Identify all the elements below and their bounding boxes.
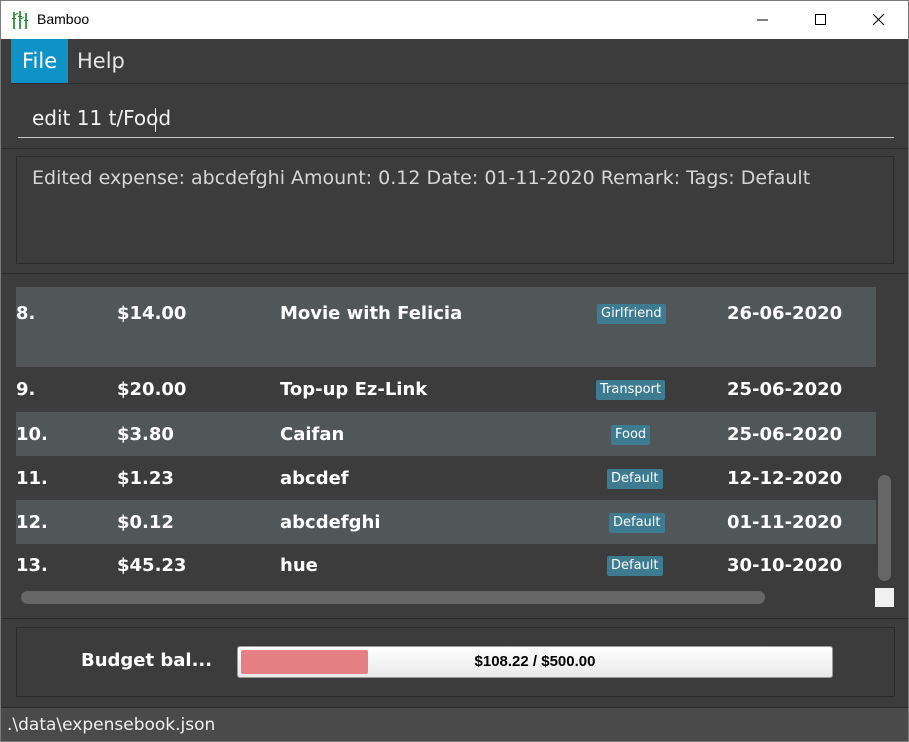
- expense-tag: Transport: [596, 380, 666, 400]
- expense-tag: Default: [607, 556, 663, 576]
- vertical-scrollbar-thumb[interactable]: [878, 475, 891, 581]
- budget-label: Budget bal...: [81, 650, 213, 671]
- scrollbar-corner: [875, 588, 894, 607]
- expense-tag: Girlfriend: [597, 304, 666, 324]
- expense-list[interactable]: 8. $14.00 Movie with Felicia Girlfriend …: [16, 287, 876, 587]
- command-input[interactable]: [18, 98, 894, 138]
- expense-amount: $0.12: [117, 512, 174, 533]
- expense-date: 12-12-2020: [727, 468, 843, 489]
- expense-index: 11.: [16, 468, 48, 489]
- expense-row[interactable]: 13. $45.23 hue Default 30-10-2020: [16, 544, 876, 587]
- maximize-icon: [815, 14, 826, 25]
- menu-bar: File Help: [11, 39, 908, 84]
- menu-help[interactable]: Help: [66, 39, 136, 83]
- expense-row[interactable]: 12. $0.12 abcdefghi Default 01-11-2020: [16, 500, 876, 544]
- budget-panel: Budget bal... $108.22 / $500.00: [1, 618, 908, 707]
- expense-date: 26-06-2020: [727, 303, 843, 324]
- minimize-icon: [757, 19, 768, 21]
- budget-progress-bar: $108.22 / $500.00: [237, 646, 833, 678]
- expense-date: 01-11-2020: [727, 512, 843, 533]
- expense-row[interactable]: 10. $3.80 Caifan Food 25-06-2020: [16, 412, 876, 456]
- result-message: Edited expense: abcdefghi Amount: 0.12 D…: [32, 167, 811, 189]
- expense-description: abcdef: [280, 468, 349, 489]
- expense-index: 12.: [16, 512, 48, 533]
- expense-index: 13.: [16, 555, 48, 576]
- maximize-button[interactable]: [792, 1, 850, 39]
- expense-description: hue: [280, 555, 318, 576]
- title-bar[interactable]: Bamboo: [1, 1, 908, 39]
- expense-amount: $45.23: [117, 555, 187, 576]
- expense-row[interactable]: 11. $1.23 abcdef Default 12-12-2020: [16, 456, 876, 500]
- save-file-path: .\data\expensebook.json: [7, 715, 216, 735]
- result-display[interactable]: Edited expense: abcdefghi Amount: 0.12 D…: [16, 156, 894, 264]
- window-title: Bamboo: [37, 11, 90, 27]
- command-box: [1, 84, 908, 149]
- expense-tag: Default: [607, 469, 663, 489]
- bamboo-icon: [11, 10, 29, 30]
- expense-index: 8.: [16, 303, 36, 324]
- menu-file[interactable]: File: [11, 39, 69, 83]
- expense-date: 25-06-2020: [727, 379, 843, 400]
- expense-row[interactable]: 9. $20.00 Top-up Ez-Link Transport 25-06…: [16, 367, 876, 412]
- expense-amount: $14.00: [117, 303, 187, 324]
- budget-amount: $108.22 / $500.00: [474, 653, 596, 670]
- expense-description: abcdefghi: [280, 512, 381, 533]
- minimize-button[interactable]: [734, 1, 792, 39]
- result-display-area: Edited expense: abcdefghi Amount: 0.12 D…: [1, 149, 908, 274]
- expense-date: 30-10-2020: [727, 555, 843, 576]
- expense-description: Top-up Ez-Link: [280, 379, 428, 400]
- text-caret: [155, 108, 156, 132]
- expense-amount: $1.23: [117, 468, 174, 489]
- expense-description: Movie with Felicia: [280, 303, 463, 324]
- expense-index: 9.: [16, 379, 36, 400]
- horizontal-scrollbar-thumb[interactable]: [21, 591, 765, 604]
- expense-description: Caifan: [280, 424, 345, 445]
- expense-tag: Default: [609, 513, 665, 533]
- status-bar: .\data\expensebook.json: [1, 707, 908, 741]
- expense-row[interactable]: 8. $14.00 Movie with Felicia Girlfriend …: [16, 287, 876, 367]
- budget-box: Budget bal... $108.22 / $500.00: [16, 627, 895, 697]
- expense-amount: $20.00: [117, 379, 187, 400]
- expense-tag: Food: [611, 425, 651, 445]
- close-icon: [873, 14, 885, 26]
- close-button[interactable]: [850, 1, 908, 39]
- expense-date: 25-06-2020: [727, 424, 843, 445]
- expense-index: 10.: [16, 424, 48, 445]
- expense-amount: $3.80: [117, 424, 174, 445]
- app-window: Bamboo File Help Edited expense:: [0, 0, 909, 742]
